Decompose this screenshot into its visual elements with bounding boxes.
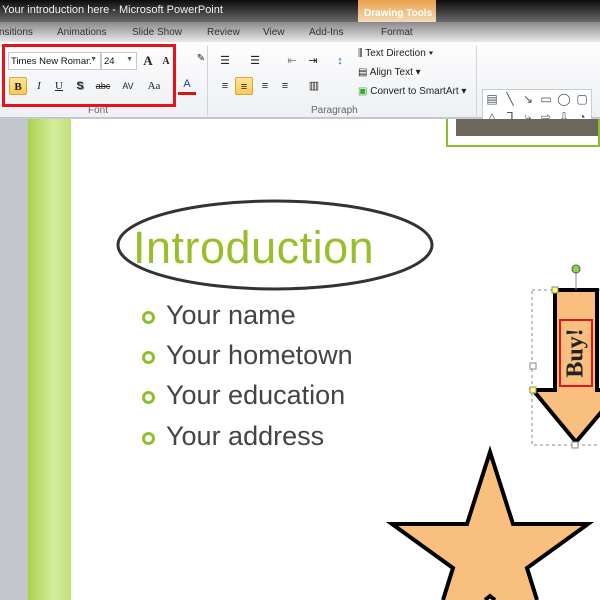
arrow-text[interactable]: Buy! [563, 328, 590, 377]
bullet-icon [142, 351, 155, 364]
list-item[interactable]: Your education [142, 380, 345, 411]
list-item[interactable]: Your hometown [142, 340, 353, 371]
bullet-text: Your address [166, 421, 325, 451]
slide-title[interactable]: Introduction [133, 222, 374, 274]
bullet-text: Your name [166, 300, 296, 330]
list-item[interactable]: Your name [142, 300, 296, 331]
list-item[interactable]: Your address [142, 421, 324, 452]
bullet-icon [142, 432, 155, 445]
bullet-text: Your hometown [166, 340, 353, 370]
slide-shapes [116, 199, 600, 600]
bullet-icon [142, 391, 155, 404]
star-shape[interactable] [385, 445, 595, 600]
bullet-icon [142, 311, 155, 324]
bullet-text: Your education [166, 380, 346, 410]
